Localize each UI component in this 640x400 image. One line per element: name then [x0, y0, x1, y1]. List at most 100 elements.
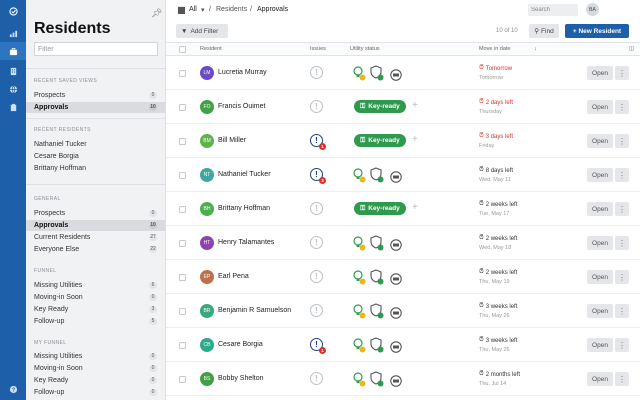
open-button[interactable]: Open	[587, 168, 613, 182]
table-row[interactable]: NT Nathaniel Tucker ! 3 ⏰︎ 8 days left Wed, Ma…	[166, 159, 640, 192]
issue-alert-icon[interactable]: ! 3	[310, 168, 326, 184]
open-button[interactable]: Open	[587, 338, 613, 352]
internet-icon[interactable]	[389, 237, 403, 253]
row-checkbox[interactable]	[179, 172, 186, 179]
new-resident-button[interactable]: + New Resident	[565, 24, 629, 38]
row-checkbox[interactable]	[179, 104, 186, 111]
breadcrumb-all[interactable]: All	[189, 6, 197, 13]
row-checkbox[interactable]	[179, 376, 186, 383]
key-ready-badge[interactable]: ⚿ Key-ready	[354, 100, 406, 113]
electricity-icon[interactable]	[352, 337, 366, 353]
issue-alert-icon[interactable]: ! 1	[310, 134, 326, 150]
bar-chart-icon[interactable]	[0, 24, 26, 42]
no-issue-icon[interactable]: !	[310, 372, 323, 385]
sidebar-item-prospects[interactable]: Prospects 0	[26, 208, 165, 219]
internet-icon[interactable]	[389, 169, 403, 185]
more-options-icon[interactable]: ⋮	[615, 66, 629, 80]
sidebar-filter-input[interactable]	[34, 42, 158, 56]
open-button[interactable]: Open	[587, 304, 613, 318]
sidebar-item-missing-utilities[interactable]: Missing Utilities 6	[26, 280, 165, 291]
add-utility-icon[interactable]: +	[412, 202, 418, 213]
sidebar-item-prospects[interactable]: Prospects 0	[26, 90, 165, 101]
table-row[interactable]: BH Brittany Hoffman! ⚿ Key-ready + ⏰︎ 2 weeks …	[166, 193, 640, 226]
sidebar-item-recent-resident[interactable]: Cesare Borgia	[26, 151, 165, 162]
row-checkbox[interactable]	[179, 138, 186, 145]
resident-name[interactable]: Bobby Shelton	[218, 375, 264, 382]
find-button[interactable]: ⚲ Find	[529, 24, 559, 38]
internet-icon[interactable]	[389, 67, 403, 83]
no-issue-icon[interactable]: !	[310, 66, 323, 79]
insurance-icon[interactable]	[370, 235, 384, 251]
more-options-icon[interactable]: ⋮	[615, 338, 629, 352]
table-row[interactable]: HT Henry Talamantes! ⏰︎ 2 weeks left Wed, Ma…	[166, 227, 640, 260]
more-options-icon[interactable]: ⋮	[615, 168, 629, 182]
internet-icon[interactable]	[389, 305, 403, 321]
sidebar-item-recent-resident[interactable]: Nathaniel Tucker	[26, 139, 165, 150]
row-checkbox[interactable]	[179, 308, 186, 315]
clipboard-icon[interactable]	[0, 98, 26, 116]
insurance-icon[interactable]	[370, 337, 384, 353]
more-options-icon[interactable]: ⋮	[615, 134, 629, 148]
table-row[interactable]: FO Francis Ouimet! ⚿ Key-ready + ⏰︎ 2 days lef…	[166, 91, 640, 124]
sidebar-item-moving-in-soon[interactable]: Moving-in Soon 0	[26, 292, 165, 303]
sort-desc-icon[interactable]: ↓	[534, 46, 537, 52]
sidebar-item-current-residents[interactable]: Current Residents 27	[26, 232, 165, 243]
insurance-icon[interactable]	[370, 65, 384, 81]
columns-icon[interactable]: ◫	[629, 46, 634, 52]
no-issue-icon[interactable]: !	[310, 270, 323, 283]
column-header-resident[interactable]: Resident	[200, 46, 222, 52]
open-button[interactable]: Open	[587, 372, 613, 386]
electricity-icon[interactable]	[352, 65, 366, 81]
more-options-icon[interactable]: ⋮	[615, 236, 629, 250]
check-circle-icon[interactable]	[0, 2, 26, 20]
more-options-icon[interactable]: ⋮	[615, 304, 629, 318]
no-issue-icon[interactable]: !	[310, 100, 323, 113]
pin-icon[interactable]: 📌︎	[151, 8, 162, 19]
table-row[interactable]: EP Earl Pena! ⏰︎ 2 weeks left Thu, May 19 Ope…	[166, 261, 640, 294]
sidebar-item-follow-up[interactable]: Follow-up 0	[26, 387, 165, 398]
electricity-icon[interactable]	[352, 235, 366, 251]
key-ready-badge[interactable]: ⚿ Key-ready	[354, 202, 406, 215]
resident-name[interactable]: Benjamin R Samuelson	[218, 307, 291, 314]
sidebar-item-missing-utilities[interactable]: Missing Utilities 0	[26, 351, 165, 362]
open-button[interactable]: Open	[587, 202, 613, 216]
row-checkbox[interactable]	[179, 274, 186, 281]
electricity-icon[interactable]	[352, 303, 366, 319]
resident-name[interactable]: Francis Ouimet	[218, 103, 265, 110]
add-utility-icon[interactable]: +	[412, 100, 418, 111]
more-options-icon[interactable]: ⋮	[615, 202, 629, 216]
internet-icon[interactable]	[389, 271, 403, 287]
briefcase-icon[interactable]	[0, 42, 26, 60]
sidebar-item-key-ready[interactable]: Key Ready 0	[26, 375, 165, 386]
table-row[interactable]: LM Lucretia Murray! ⏰︎ Tomorrow Tomorrow Open…	[166, 57, 640, 90]
open-button[interactable]: Open	[587, 236, 613, 250]
insurance-icon[interactable]	[370, 167, 384, 183]
row-checkbox[interactable]	[179, 206, 186, 213]
sidebar-item-recent-resident[interactable]: Brittany Hoffman	[26, 163, 165, 174]
electricity-icon[interactable]	[352, 371, 366, 387]
row-checkbox[interactable]	[179, 240, 186, 247]
sidebar-item-approvals[interactable]: Approvals 10	[26, 102, 165, 113]
no-issue-icon[interactable]: !	[310, 202, 323, 215]
sidebar-item-approvals[interactable]: Approvals 10	[26, 220, 165, 231]
open-button[interactable]: Open	[587, 100, 613, 114]
help-icon[interactable]: ?	[0, 380, 26, 398]
add-utility-icon[interactable]: +	[412, 134, 418, 145]
open-button[interactable]: Open	[587, 270, 613, 284]
column-header-move-in-date[interactable]: Move in date	[479, 46, 511, 52]
sidebar-item-key-ready[interactable]: Key Ready 3	[26, 304, 165, 315]
electricity-icon[interactable]	[352, 167, 366, 183]
search-input[interactable]	[528, 4, 578, 16]
select-all-checkbox[interactable]	[179, 46, 186, 53]
resident-name[interactable]: Henry Talamantes	[218, 239, 274, 246]
sidebar-item-everyone-else[interactable]: Everyone Else 22	[26, 244, 165, 255]
open-button[interactable]: Open	[587, 66, 613, 80]
building-icon[interactable]	[0, 62, 26, 80]
table-row[interactable]: BM Bill Miller ! 1 ⚿ Key-ready + ⏰︎ 3 days left F…	[166, 125, 640, 158]
sidebar-item-moving-in-soon[interactable]: Moving-in Soon 0	[26, 363, 165, 374]
column-header-issues[interactable]: Issues	[310, 46, 326, 52]
table-row[interactable]: BS Bobby Shelton! ⏰︎ 2 months left Thu, Jul …	[166, 363, 640, 396]
row-checkbox[interactable]	[179, 342, 186, 349]
no-issue-icon[interactable]: !	[310, 304, 323, 317]
user-avatar[interactable]: BA	[586, 3, 599, 16]
